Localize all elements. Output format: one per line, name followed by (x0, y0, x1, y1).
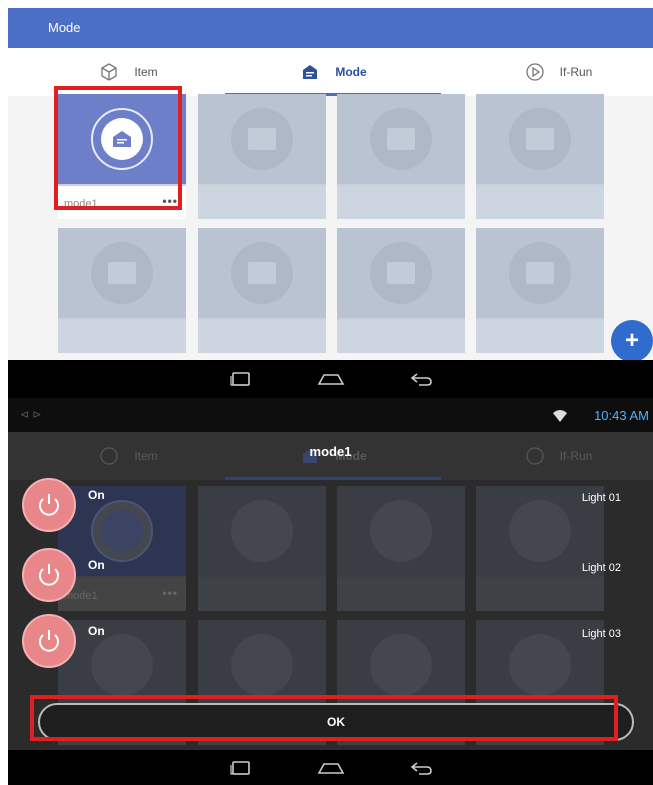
placeholder-icon (91, 242, 153, 304)
bottom-screen: ⊲ ⊳ 10:43 AM Item Mode If-Run mode1 ••• (8, 398, 653, 750)
tile-footer (198, 186, 326, 219)
tile-footer (337, 186, 465, 219)
power-icon (39, 564, 59, 586)
tile-footer (198, 320, 326, 353)
light-name: Light 02 (581, 562, 621, 574)
tile-footer (476, 186, 604, 219)
tile-image (476, 228, 604, 318)
placeholder-icon (509, 108, 571, 170)
dialog-title: mode1 (309, 444, 352, 459)
empty-mode-tile[interactable] (476, 228, 604, 353)
power-state: On (88, 624, 105, 638)
mode-house-icon (299, 61, 321, 83)
back-icon[interactable] (407, 369, 435, 389)
empty-mode-tile[interactable] (476, 94, 604, 219)
status-time: 10:43 AM (594, 408, 649, 423)
power-toggle[interactable] (22, 614, 76, 668)
placeholder-icon (509, 242, 571, 304)
home-icon[interactable] (317, 369, 345, 389)
app-bar-title: Mode (48, 20, 81, 35)
status-bar: ⊲ ⊳ 10:43 AM (8, 398, 653, 432)
recent-apps-icon[interactable] (227, 369, 255, 389)
tile-image (58, 228, 186, 318)
notification-icons: ⊲ ⊳ (20, 409, 42, 421)
highlight-ok-button (30, 695, 618, 741)
power-icon (39, 494, 59, 516)
placeholder-icon (370, 108, 432, 170)
wifi-icon (553, 409, 567, 422)
device-row: On Light 02 (8, 548, 653, 606)
light-name: Light 01 (581, 492, 621, 504)
placeholder-icon (231, 108, 293, 170)
power-state: On (88, 488, 105, 502)
android-nav-bar (8, 360, 653, 398)
android-nav-bar (8, 750, 653, 785)
home-icon[interactable] (317, 758, 345, 778)
add-mode-button[interactable]: + (611, 320, 653, 360)
empty-mode-tile[interactable] (58, 228, 186, 353)
empty-mode-tile[interactable] (198, 94, 326, 219)
back-icon[interactable] (407, 758, 435, 778)
app-bar: Mode (8, 8, 653, 48)
tile-image (198, 228, 326, 318)
power-icon (39, 630, 59, 652)
power-toggle[interactable] (22, 478, 76, 532)
placeholder-icon (231, 242, 293, 304)
tile-footer (337, 320, 465, 353)
tab-mode-label: Mode (335, 65, 367, 79)
empty-mode-tile[interactable] (337, 228, 465, 353)
placeholder-icon (370, 242, 432, 304)
tab-mode[interactable]: Mode (225, 48, 441, 96)
tab-if-run-label: If-Run (559, 65, 593, 79)
power-state: On (88, 558, 105, 572)
tile-image (476, 94, 604, 184)
tile-image (337, 94, 465, 184)
play-circle-icon (524, 61, 546, 83)
empty-mode-tile[interactable] (337, 94, 465, 219)
power-toggle[interactable] (22, 548, 76, 602)
highlight-mode-tile (54, 86, 182, 210)
recent-apps-icon[interactable] (227, 758, 255, 778)
device-row: On Light 03 (8, 614, 653, 672)
tile-image (198, 94, 326, 184)
tab-item-label: Item (134, 65, 158, 79)
empty-mode-tile[interactable] (198, 228, 326, 353)
tab-if-run[interactable]: If-Run (498, 48, 618, 96)
tile-footer (476, 320, 604, 353)
light-name: Light 03 (581, 628, 621, 640)
tile-image (337, 228, 465, 318)
device-row: On Light 01 (8, 478, 653, 536)
cube-icon (98, 61, 120, 83)
tile-footer (58, 320, 186, 353)
